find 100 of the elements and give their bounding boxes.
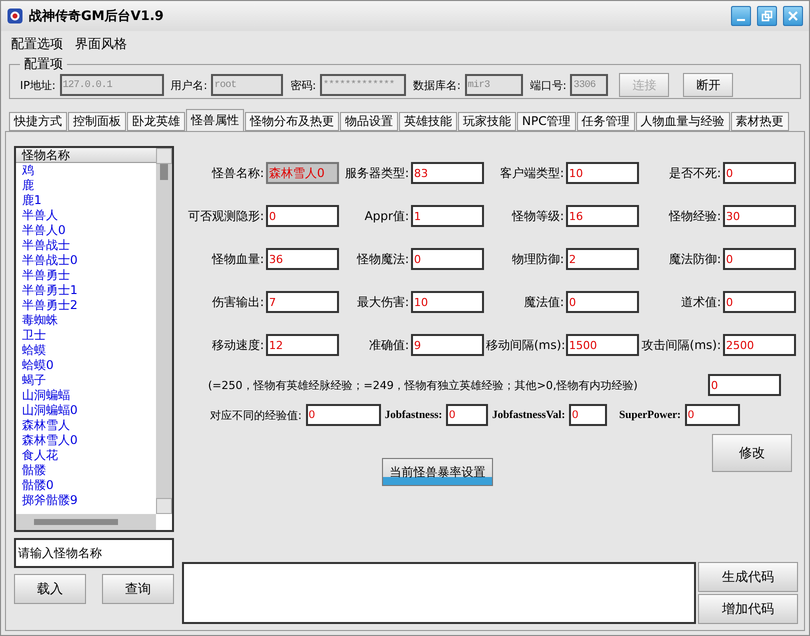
list-item[interactable]: 骷髅 [16,463,156,478]
field-label: 道术值: [680,294,721,310]
tab[interactable]: 怪物分布及热更 [245,112,339,131]
value-field[interactable]: 0 [566,291,639,313]
drop-rate-button[interactable]: 当前怪兽暴率设置 [382,458,493,486]
field-label: Appr值: [364,208,409,224]
field-label: 客户端类型: [498,164,564,182]
horizontal-scrollbar[interactable] [16,514,156,530]
list-item[interactable]: 半兽战士 [16,238,156,253]
code-output-area[interactable] [182,562,696,624]
code-button[interactable]: 生成代码 [698,562,798,592]
field-label: 是否不死: [668,164,721,182]
value-field[interactable]: 2 [566,248,639,270]
value-field[interactable]: 1 [411,205,484,227]
tab[interactable]: 控制面板 [68,112,126,131]
restore-button[interactable] [757,6,777,26]
value-field[interactable]: 10 [411,291,484,313]
list-item[interactable]: 蛤蟆0 [16,358,156,373]
field-label: 伤害输出: [210,294,264,310]
list-item[interactable]: 蝎子 [16,373,156,388]
list-item[interactable]: 鸡 [16,163,156,178]
tab[interactable]: 任务管理 [576,112,635,131]
value-field[interactable]: 0 [684,404,740,426]
value-field[interactable]: 2500 [723,334,796,356]
field-label: 魔法值: [522,294,564,310]
value-field[interactable]: 10 [566,162,639,184]
field-label: 怪兽名称: [210,164,264,182]
search-field[interactable]: 请输入怪物名称 [14,538,174,568]
tab[interactable]: 卧龙英雄 [127,112,185,131]
value-field[interactable]: 0 [723,291,796,313]
value-field[interactable]: 0 [266,205,339,227]
list-button[interactable]: 载入 [14,574,86,604]
value-field[interactable]: 0 [723,162,796,184]
value-field[interactable]: 36 [266,248,339,270]
value-field[interactable]: 0 [411,248,484,270]
field-label: 移动速度: [210,336,264,354]
list-item[interactable]: 半兽勇士2 [16,298,156,313]
field-label: 怪物魔法: [356,250,409,268]
field-label: JobfastnessVal: [492,409,566,421]
menu-item[interactable]: 界面风格 [75,35,127,51]
code-button[interactable]: 增加代码 [698,594,798,624]
list-item[interactable]: 骷髅0 [16,478,156,493]
list-item[interactable]: 森林雪人 [16,418,156,433]
modify-button[interactable]: 修改 [712,434,792,472]
field-label: 魔法防御: [668,250,721,268]
field-label: 物理防御: [510,250,564,268]
value-field[interactable]: 1500 [566,334,639,356]
connection-button[interactable]: 断开 [683,73,734,97]
list-item[interactable]: 山洞蝙蝠0 [16,403,156,418]
close-button[interactable] [783,6,803,26]
tab[interactable]: NPC管理 [517,112,576,131]
value-field[interactable]: 16 [566,205,639,227]
exp-note: (=250，怪物有英雄经脉经验；=249，怪物有独立英雄经验；其他>0,怪物有内功经验) [208,378,638,392]
field-label: 准确值: [368,336,409,354]
tab[interactable]: 人物血量与经验 [636,112,730,131]
tab[interactable]: 英雄技能 [399,112,457,131]
list-item[interactable]: 鹿 [16,178,156,193]
field-label: Jobfastness: [384,409,442,421]
close-icon [787,10,799,22]
vertical-scrollbar[interactable] [156,148,172,514]
tab[interactable]: 怪兽属性 [186,109,244,131]
value-field[interactable]: 0 [446,404,488,426]
field-label: 端口号: [530,78,566,92]
minimize-button[interactable] [731,6,751,26]
list-item[interactable]: 蛤蟆 [16,343,156,358]
list-item[interactable]: 鹿1 [16,193,156,208]
field-label: 对应不同的经验值: [210,408,302,422]
value-field[interactable]: 0 [708,374,781,396]
field-label: 移动间隔(ms): [486,336,564,354]
list-item[interactable]: 半兽人 [16,208,156,223]
list-item[interactable]: 半兽勇士 [16,268,156,283]
list-item[interactable]: 食人花 [16,448,156,463]
field-label: 攻击间隔(ms): [641,336,721,354]
value-field[interactable]: 9 [411,334,484,356]
value-field[interactable]: 0 [569,404,608,426]
tab[interactable]: 玩家技能 [458,112,516,131]
list-item[interactable]: 半兽勇士1 [16,283,156,298]
list-item[interactable]: 半兽战士0 [16,253,156,268]
list-item[interactable]: 卫士 [16,328,156,343]
field-label: 密码: [290,78,316,92]
value-field[interactable]: 7 [266,291,339,313]
list-item[interactable]: 山洞蝙蝠 [16,388,156,403]
list-item[interactable]: 森林雪人0 [16,433,156,448]
window-title: 战神传奇GM后台V1.9 [29,8,165,25]
value-field[interactable]: 30 [723,205,796,227]
value-field[interactable]: 0 [723,248,796,270]
field-label: 数据库名: [413,78,461,92]
menu-item[interactable]: 配置选项 [11,35,63,51]
tab[interactable]: 素材热更 [730,112,789,131]
value-field[interactable]: 0 [306,404,381,426]
value-field[interactable]: 12 [266,334,339,356]
list-item[interactable]: 毒蜘蛛 [16,313,156,328]
list-item[interactable]: 半兽人0 [16,223,156,238]
app-logo-icon [7,8,23,24]
list-item[interactable]: 掷斧骷髅9 [16,493,156,508]
field-label: 怪物血量: [210,250,264,268]
list-button[interactable]: 查询 [102,574,174,604]
tab[interactable]: 快捷方式 [9,112,67,131]
tab[interactable]: 物品设置 [340,112,398,131]
value-field[interactable]: 83 [411,162,484,184]
